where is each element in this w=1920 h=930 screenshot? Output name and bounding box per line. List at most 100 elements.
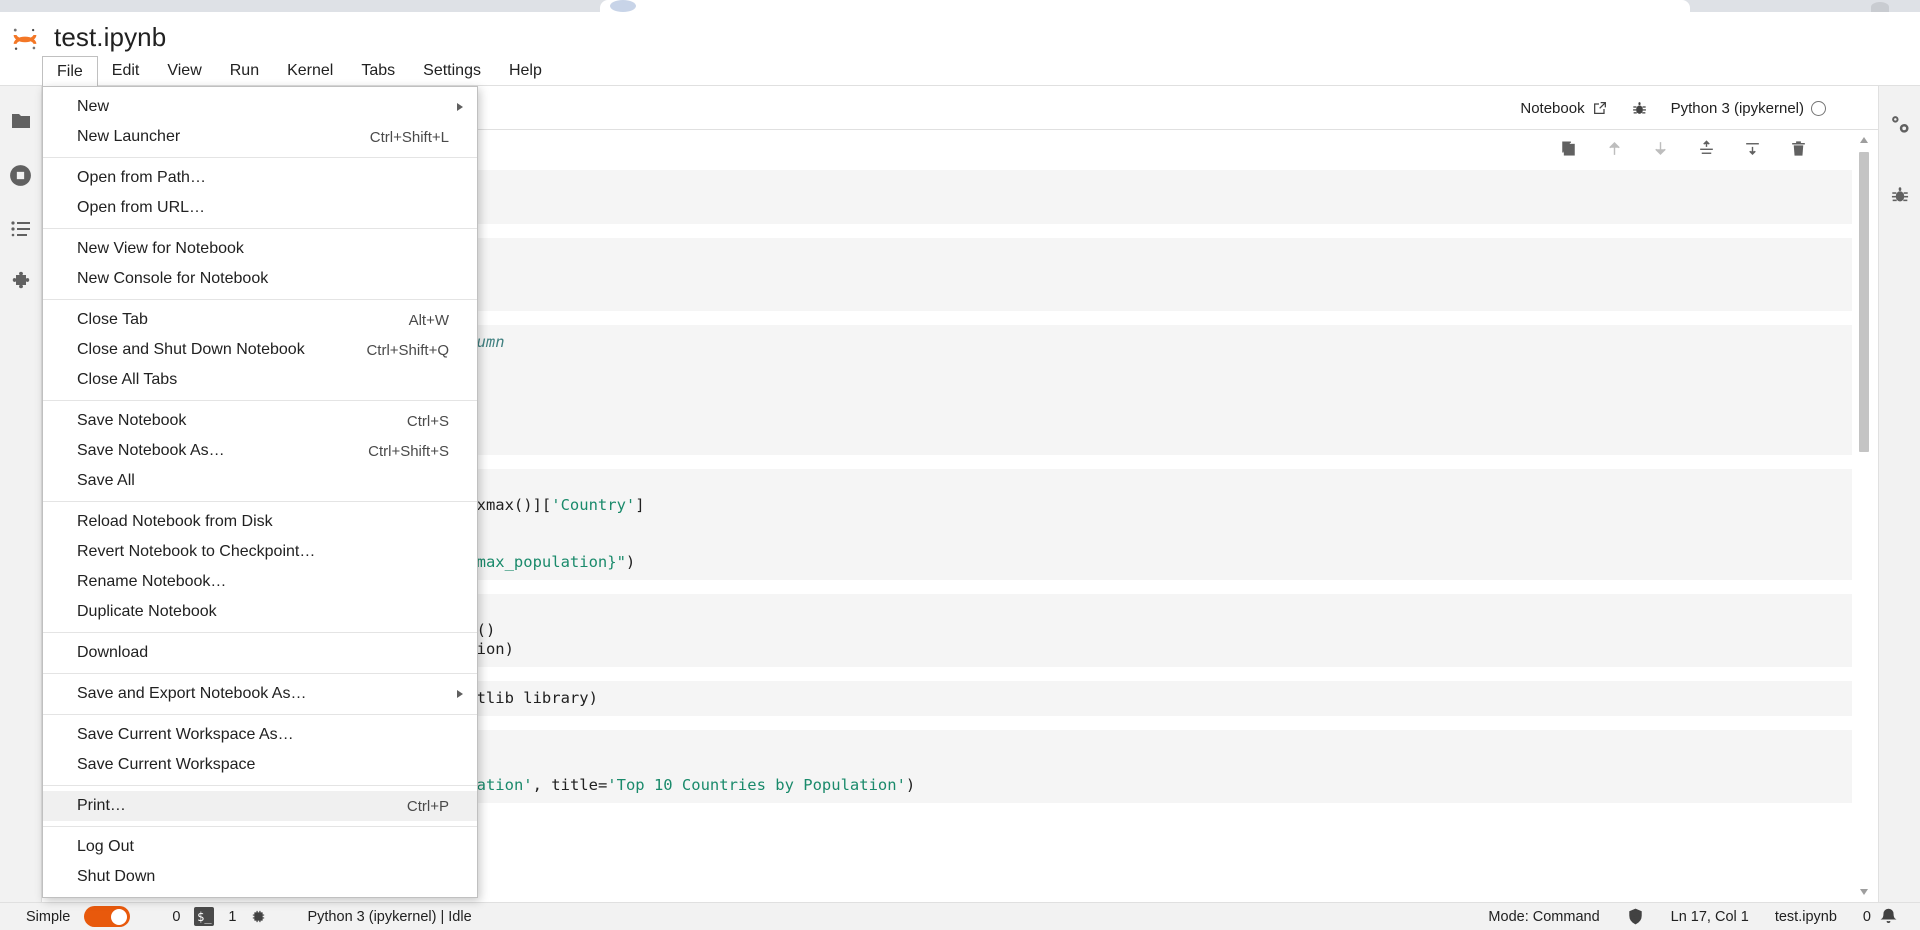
menu-item-label: New View for Notebook xyxy=(77,240,461,258)
simple-mode-toggle[interactable] xyxy=(84,906,130,927)
menu-item-label: Open from URL… xyxy=(77,199,461,217)
file-menu-item-save-current-workspace[interactable]: Save Current Workspace xyxy=(43,750,477,780)
menu-item-shortcut: Ctrl+Shift+S xyxy=(368,443,461,460)
file-menu-item-open-from-path[interactable]: Open from Path… xyxy=(43,163,477,193)
menu-separator xyxy=(43,299,477,300)
file-menu-item-duplicate-notebook[interactable]: Duplicate Notebook xyxy=(43,597,477,627)
status-file-name: test.ipynb xyxy=(1775,909,1837,925)
menu-item-label: Close and Shut Down Notebook xyxy=(77,341,366,359)
menu-item-label: New Console for Notebook xyxy=(77,270,461,288)
notebook-scrollbar[interactable] xyxy=(1858,130,1870,902)
code-token: 'Country' xyxy=(551,496,635,514)
copy-add-icon[interactable] xyxy=(1558,138,1578,158)
arrow-down-icon[interactable] xyxy=(1650,138,1670,158)
menu-item-label: New xyxy=(77,98,461,116)
kernel-name-label: Python 3 (ipykernel) xyxy=(1671,100,1804,117)
status-bar: Simple 0 $_ 1 Python 3 (ipykernel) | Idl… xyxy=(0,902,1920,930)
main-menu-bar: FileEditViewRunKernelTabsSettingsHelp xyxy=(0,56,1920,86)
title-bar: test.ipynb xyxy=(0,12,1920,58)
file-menu-item-new-launcher[interactable]: New LauncherCtrl+Shift+L xyxy=(43,122,477,152)
insert-above-icon[interactable] xyxy=(1696,138,1716,158)
notebook-view-mode[interactable]: Notebook xyxy=(1520,100,1607,117)
file-menu-item-rename-notebook[interactable]: Rename Notebook… xyxy=(43,567,477,597)
file-menu-item-save-notebook-as[interactable]: Save Notebook As…Ctrl+Shift+S xyxy=(43,436,477,466)
file-menu-item-download[interactable]: Download xyxy=(43,638,477,668)
file-menu-item-revert-notebook-to-checkpoint[interactable]: Revert Notebook to Checkpoint… xyxy=(43,537,477,567)
notification-center[interactable]: 0 xyxy=(1863,907,1898,926)
menu-item-label: Close Tab xyxy=(77,311,409,329)
file-menu-item-log-out[interactable]: Log Out xyxy=(43,832,477,862)
file-menu-item-new-view-for-notebook[interactable]: New View for Notebook xyxy=(43,234,477,264)
scroll-up-arrow-icon[interactable] xyxy=(1858,132,1870,148)
menu-item-label: Revert Notebook to Checkpoint… xyxy=(77,543,461,561)
file-menu-item-new-console-for-notebook[interactable]: New Console for Notebook xyxy=(43,264,477,294)
trash-icon[interactable] xyxy=(1788,138,1808,158)
file-menu-item-reload-notebook-from-disk[interactable]: Reload Notebook from Disk xyxy=(43,507,477,537)
status-bar-left: Simple 0 $_ 1 Python 3 (ipykernel) | Idl… xyxy=(0,906,472,927)
menu-separator xyxy=(43,501,477,502)
file-menu-item-close-tab[interactable]: Close TabAlt+W xyxy=(43,305,477,335)
menu-item-shortcut: Ctrl+P xyxy=(407,798,461,815)
menu-edit[interactable]: Edit xyxy=(98,56,154,86)
scroll-down-arrow-icon[interactable] xyxy=(1858,884,1870,900)
menu-file[interactable]: File xyxy=(42,56,98,86)
file-menu-item-save-notebook[interactable]: Save NotebookCtrl+S xyxy=(43,406,477,436)
file-menu-item-close-and-shut-down-notebook[interactable]: Close and Shut Down NotebookCtrl+Shift+Q xyxy=(43,335,477,365)
menu-run[interactable]: Run xyxy=(216,56,273,86)
submenu-arrow-icon xyxy=(457,103,463,111)
scrollbar-thumb[interactable] xyxy=(1859,152,1869,452)
file-menu-item-print[interactable]: Print…Ctrl+P xyxy=(43,791,477,821)
property-inspector-icon[interactable] xyxy=(1887,112,1913,138)
insert-below-icon[interactable] xyxy=(1742,138,1762,158)
table-of-contents-icon[interactable] xyxy=(8,216,34,242)
menu-item-label: Save All xyxy=(77,472,461,490)
file-menu-item-save-current-workspace-as[interactable]: Save Current Workspace As… xyxy=(43,720,477,750)
menu-help[interactable]: Help xyxy=(495,56,556,86)
menu-separator xyxy=(43,673,477,674)
file-menu-item-save-all[interactable]: Save All xyxy=(43,466,477,496)
chip-icon[interactable] xyxy=(250,908,267,925)
kernel-selector[interactable]: Python 3 (ipykernel) xyxy=(1671,100,1826,117)
menu-item-shortcut: Ctrl+Shift+Q xyxy=(366,342,461,359)
arrow-up-icon[interactable] xyxy=(1604,138,1624,158)
jupyterlab-window: test.ipynb FileEditViewRunKernelTabsSett… xyxy=(0,0,1920,930)
status-bar-right: Mode: Command Ln 17, Col 1 test.ipynb 0 xyxy=(1488,907,1920,926)
code-token: ) xyxy=(906,776,915,794)
menu-separator xyxy=(43,785,477,786)
cursor-position: Ln 17, Col 1 xyxy=(1671,909,1749,925)
bug-icon[interactable] xyxy=(1630,99,1649,118)
simple-mode-label: Simple xyxy=(26,909,70,925)
browser-profile-icon[interactable] xyxy=(1865,0,1895,12)
file-menu-dropdown: New New LauncherCtrl+Shift+L Open from Pat… xyxy=(42,86,478,898)
menu-kernel[interactable]: Kernel xyxy=(273,56,347,86)
menu-view[interactable]: View xyxy=(153,56,215,86)
file-menu-item-open-from-url[interactable]: Open from URL… xyxy=(43,193,477,223)
menu-settings[interactable]: Settings xyxy=(409,56,495,86)
terminals-count: 0 xyxy=(172,909,180,925)
menu-separator xyxy=(43,400,477,401)
code-token: ] xyxy=(635,496,644,514)
menu-item-label: Log Out xyxy=(77,838,461,856)
kernel-status-text[interactable]: Python 3 (ipykernel) | Idle xyxy=(307,909,471,925)
cell-action-toolbar xyxy=(1558,138,1808,158)
file-menu-item-close-all-tabs[interactable]: Close All Tabs xyxy=(43,365,477,395)
browser-tab[interactable] xyxy=(600,0,1690,12)
file-menu-item-shut-down[interactable]: Shut Down xyxy=(43,862,477,892)
terminal-icon[interactable]: $_ xyxy=(194,907,214,926)
notebook-kernel-zone: Notebook Python 3 (ipykernel) xyxy=(1520,86,1826,130)
menu-separator xyxy=(43,157,477,158)
file-menu-item-new[interactable]: New xyxy=(43,92,477,122)
shield-check-icon[interactable] xyxy=(1626,907,1645,926)
folder-icon[interactable] xyxy=(8,108,34,134)
bell-icon xyxy=(1879,907,1898,926)
notebook-view-mode-label: Notebook xyxy=(1520,100,1584,117)
menu-item-label: Print… xyxy=(77,797,407,815)
kernel-idle-circle-icon xyxy=(1811,101,1826,116)
external-link-icon xyxy=(1592,100,1608,116)
puzzle-piece-icon[interactable] xyxy=(8,270,34,296)
running-terminals-icon[interactable] xyxy=(8,162,34,188)
file-menu-item-save-and-export-notebook-as[interactable]: Save and Export Notebook As… xyxy=(43,679,477,709)
menu-tabs[interactable]: Tabs xyxy=(347,56,409,86)
menu-item-label: New Launcher xyxy=(77,128,370,146)
debugger-bug-icon[interactable] xyxy=(1887,182,1913,208)
